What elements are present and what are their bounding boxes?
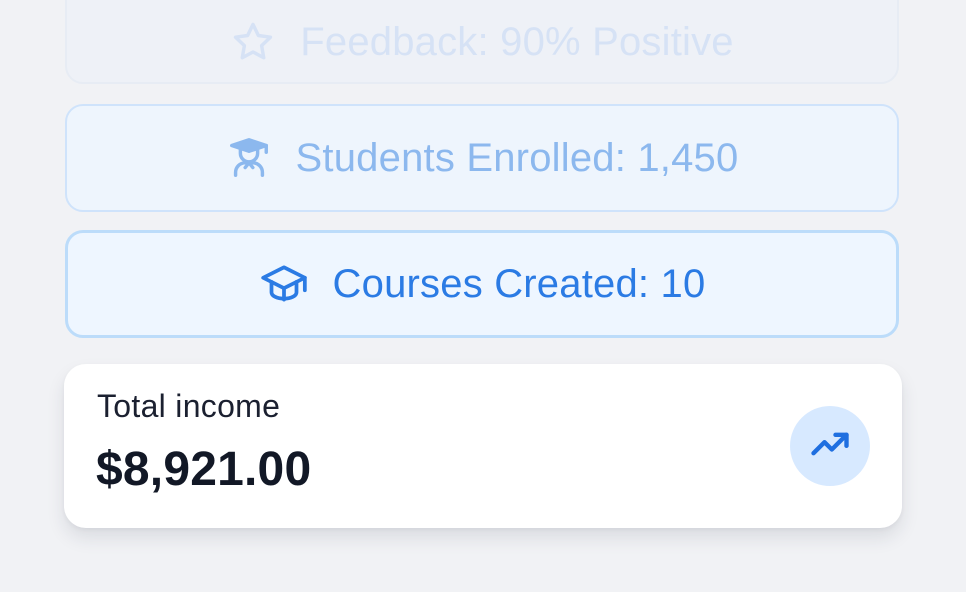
total-income-label: Total income bbox=[97, 388, 281, 424]
feedback-stat-label: Feedback: 90% Positive bbox=[300, 19, 734, 64]
total-income-value: $8,921.00 bbox=[96, 443, 312, 496]
courses-stat-card[interactable]: Courses Created: 10 bbox=[65, 230, 899, 338]
courses-stat-label: Courses Created: 10 bbox=[332, 261, 706, 306]
graduation-cap-icon bbox=[259, 259, 309, 309]
students-stat-card: Students Enrolled: 1,450 bbox=[65, 104, 899, 212]
trend-button[interactable] bbox=[790, 406, 870, 486]
feedback-stat-card: Feedback: 90% Positive bbox=[65, 0, 899, 84]
trending-up-icon bbox=[808, 422, 852, 471]
student-icon bbox=[226, 135, 272, 181]
star-icon bbox=[230, 19, 276, 65]
total-income-card: Total income $8,921.00 bbox=[64, 364, 902, 528]
students-stat-label: Students Enrolled: 1,450 bbox=[295, 135, 739, 180]
